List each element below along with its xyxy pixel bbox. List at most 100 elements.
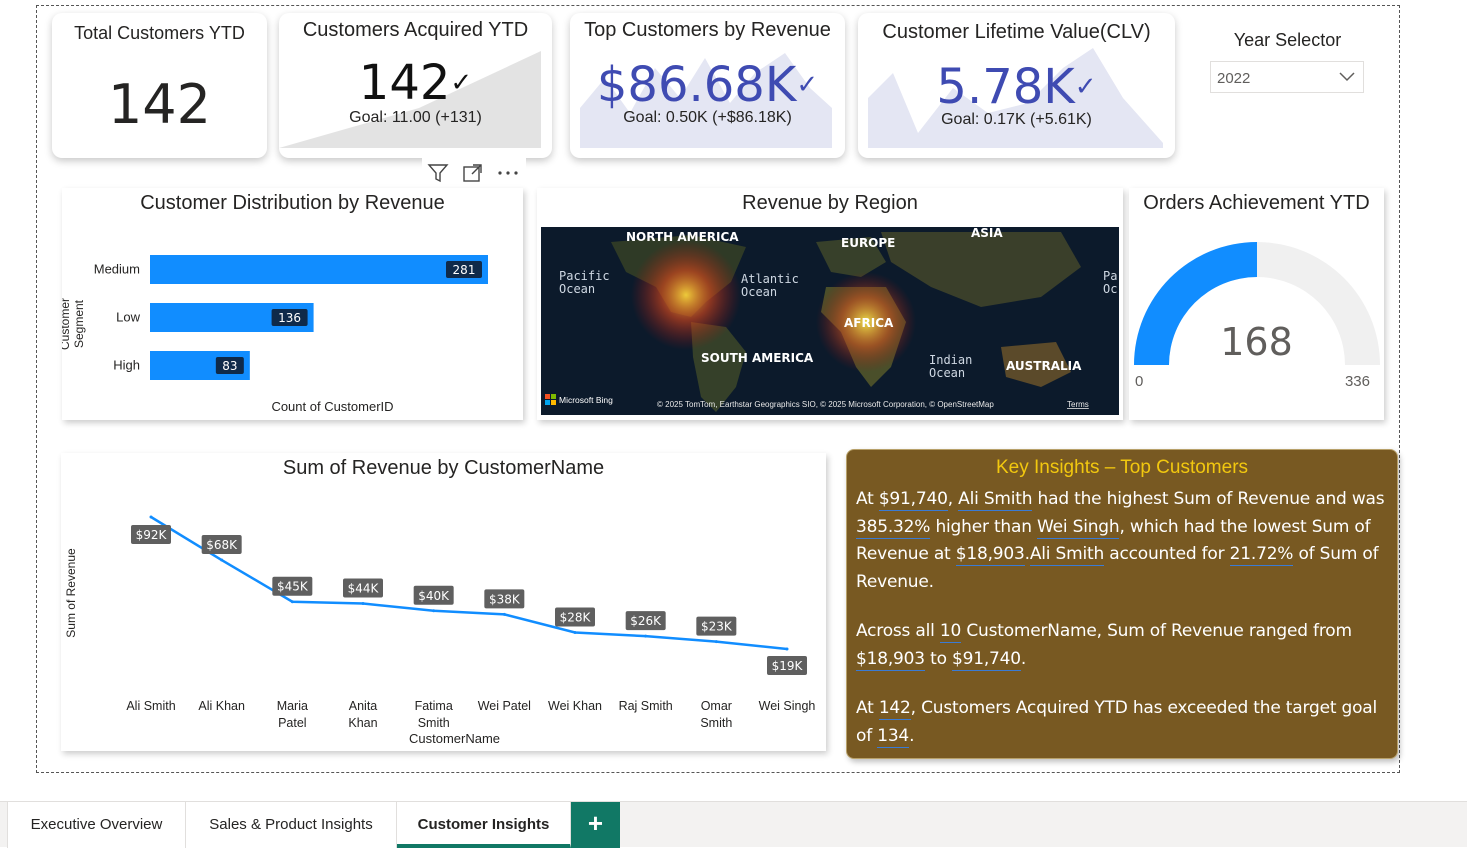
kpi-value: 5.78K✓ (936, 59, 1097, 115)
data-point[interactable] (361, 602, 365, 606)
orders-achievement-gauge[interactable]: Orders Achievement YTD 168 0 336 (1129, 188, 1384, 420)
insight-highlight: Ali Smith (1029, 544, 1105, 566)
customer-distribution-chart[interactable]: Customer Distribution by Revenue Custome… (62, 188, 523, 420)
category-tick-label: High (113, 358, 140, 373)
bar[interactable] (150, 255, 488, 284)
data-label: $40K (418, 589, 450, 603)
x-axis-title: Count of CustomerID (271, 399, 394, 414)
map-label-line: Pa (1103, 269, 1117, 283)
add-page-button[interactable]: + (571, 802, 620, 848)
insight-paragraph: At 142, Customers Acquired YTD has excee… (856, 698, 1378, 748)
data-label: $92K (136, 528, 168, 542)
data-point[interactable] (290, 600, 294, 604)
map-label-south-america: SOUTH AMERICA (701, 351, 814, 365)
data-point[interactable] (220, 558, 224, 562)
map-terms-link: Terms (1067, 400, 1089, 409)
insight-paragraph: Across all 10 CustomerName, Sum of Reven… (856, 621, 1352, 671)
gauge-max: 336 (1344, 373, 1370, 390)
insight-highlight: 142 (878, 698, 911, 720)
kpi-card-top-customers-revenue[interactable]: Top Customers by Revenue $86.68K✓ Goal: … (570, 13, 845, 158)
insights-title: Key Insights – Top Customers (995, 457, 1249, 478)
kpi-value: $86.68K✓ (596, 57, 819, 113)
revenue-by-customer-chart[interactable]: Sum of Revenue by CustomerName Sum of Re… (61, 453, 826, 751)
kpi-value: 142✓ (358, 55, 473, 111)
key-insights-panel: Key Insights – Top Customers At $91,740,… (846, 449, 1398, 759)
data-label: $44K (348, 582, 380, 596)
map-area[interactable]: NORTH AMERICA EUROPE ASIA AFRICA SOUTH A… (541, 227, 1119, 415)
category-tick-label: Wei Singh (759, 699, 816, 713)
insight-highlight: $18,903 (856, 648, 925, 671)
data-point[interactable] (714, 640, 718, 644)
year-selector-title: Year Selector (1233, 30, 1342, 50)
map-label-line: Ocean (741, 285, 777, 299)
map-label-line: Indian (929, 353, 972, 367)
kpi-card-customers-acquired[interactable]: Customers Acquired YTD 142✓ Goal: 11.00 … (279, 13, 552, 158)
insight-highlight: 385.32% (856, 516, 931, 539)
kpi-title: Customer Lifetime Value(CLV) (882, 21, 1151, 43)
data-label: $26K (630, 614, 662, 628)
tab-customer-insights[interactable]: Customer Insights (397, 802, 571, 848)
more-options-icon[interactable] (496, 162, 520, 184)
data-point[interactable] (502, 612, 506, 616)
kpi-value: 142 (107, 73, 212, 136)
category-tick-label: Wei Patel (478, 699, 531, 713)
category-tick-label: Low (116, 310, 140, 325)
category-tick-label: Raj Smith (619, 699, 673, 713)
data-label: 281 (453, 263, 476, 277)
year-selector: Year Selector 2022 (1205, 28, 1370, 98)
revenue-by-region-map[interactable]: Revenue by Region NORTH AMERICA EUROPE A… (537, 188, 1123, 420)
x-axis-title: CustomerName (409, 731, 501, 746)
data-label: $38K (489, 592, 521, 606)
insight-highlight: 21.72% (1229, 544, 1294, 566)
chevron-down-icon (1339, 72, 1355, 82)
focus-mode-icon[interactable] (462, 162, 484, 184)
data-label: 136 (278, 311, 301, 325)
year-dropdown[interactable]: 2022 (1210, 61, 1364, 93)
insight-highlight: 134 (877, 725, 910, 748)
insight-highlight: $91,740 (878, 489, 948, 511)
insight-highlight: $91,740 (951, 648, 1021, 671)
map-attribution: © 2025 TomTom, Earthstar Geographics SIO… (657, 400, 994, 409)
map-label-africa: AFRICA (844, 316, 894, 330)
insight-highlight: 10 (939, 621, 962, 643)
check-icon: ✓ (450, 68, 473, 98)
map-label-north-america: NORTH AMERICA (626, 230, 739, 244)
page-tab-bar: Executive Overview Sales & Product Insig… (0, 801, 1467, 848)
tab-sales-product-insights[interactable]: Sales & Product Insights (186, 802, 397, 848)
data-point[interactable] (573, 631, 577, 635)
category-tick-label: Ali Khan (198, 699, 245, 713)
check-icon: ✓ (796, 70, 819, 100)
data-point[interactable] (644, 634, 648, 638)
bar-plot-area: Medium 281 Low 136 High 83 (94, 255, 488, 380)
chart-title: Revenue by Region (742, 192, 918, 214)
data-label: $68K (206, 538, 238, 552)
kpi-card-total-customers[interactable]: Total Customers YTD 142 (52, 13, 267, 158)
insight-highlight: Wei Singh (1037, 516, 1120, 539)
map-label-line: Ocean (929, 366, 965, 380)
data-point[interactable] (432, 609, 436, 613)
data-point[interactable] (785, 647, 789, 651)
data-label: $28K (560, 611, 592, 625)
data-label: $23K (701, 620, 733, 634)
category-tick-label: Maria Patel (277, 699, 308, 730)
category-tick-label: Fatima Smith (415, 699, 453, 730)
filter-icon[interactable] (427, 162, 449, 184)
tab-executive-overview[interactable]: Executive Overview (7, 802, 186, 848)
insight-paragraph: At $91,740, Ali Smith had the highest Su… (856, 489, 1385, 592)
map-label-australia: AUSTRALIA (1006, 359, 1082, 373)
kpi-title: Total Customers YTD (74, 23, 245, 43)
kpi-card-clv[interactable]: Customer Lifetime Value(CLV) 5.78K✓ Goal… (858, 13, 1175, 158)
check-icon: ✓ (1074, 72, 1097, 102)
map-label-line: Oc (1103, 282, 1117, 296)
map-label-asia: ASIA (971, 227, 1003, 240)
category-tick-label: Wei Khan (548, 699, 602, 713)
category-tick-label: Anita Khan (348, 699, 377, 730)
year-dropdown-value: 2022 (1217, 70, 1251, 87)
gauge-min: 0 (1135, 373, 1144, 390)
data-label: $19K (772, 659, 804, 673)
data-point[interactable] (149, 515, 153, 519)
series-line[interactable] (150, 515, 788, 651)
kpi-title: Top Customers by Revenue (584, 19, 831, 41)
line-plot-area: $92K Ali Smith $68K Ali Khan $45K Maria Patel $… (126, 515, 816, 730)
gauge-value: 168 (1220, 320, 1293, 364)
